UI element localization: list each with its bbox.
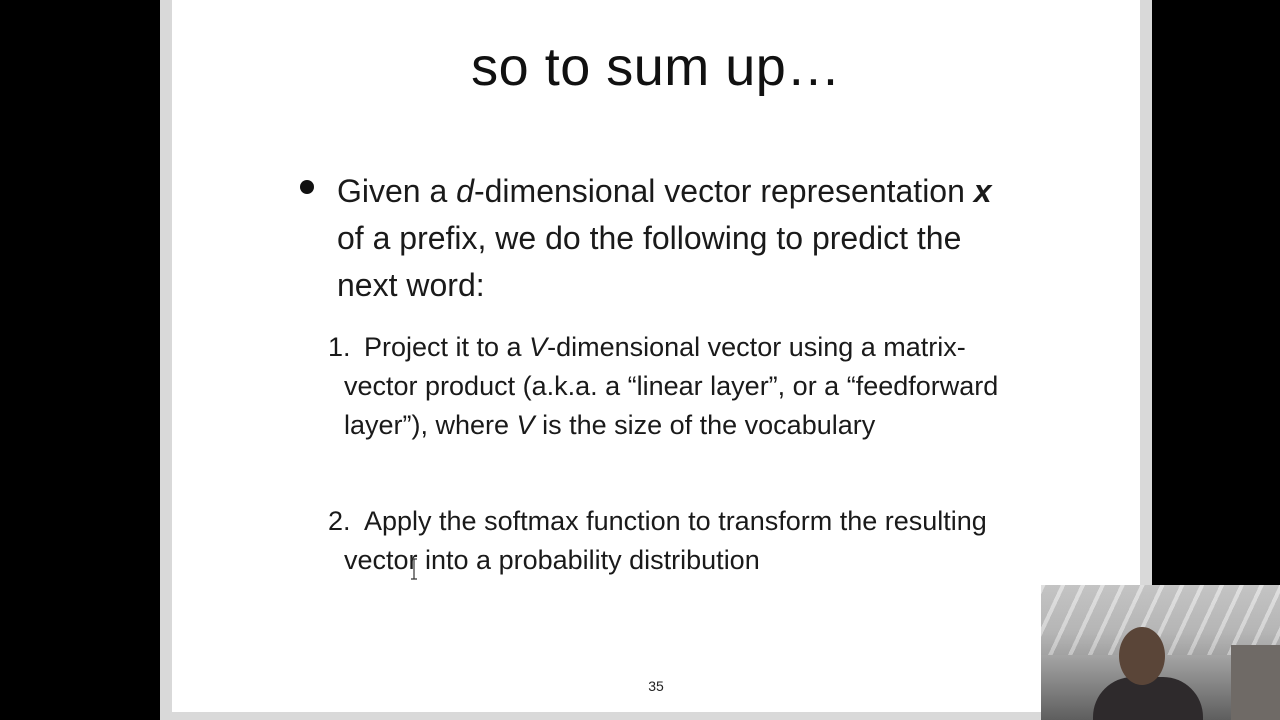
item-2-text: Apply the softmax function to transform … — [344, 506, 987, 575]
text-cursor-icon — [411, 558, 417, 580]
variable-d: d — [456, 173, 474, 209]
webcam-person-head — [1119, 627, 1165, 685]
bullet-text: Given a d-dimensional vector representat… — [337, 168, 1017, 309]
bullet-icon — [300, 180, 314, 194]
webcam-video — [1041, 585, 1280, 720]
bullet-text-mid1: -dimensional vector representation — [473, 173, 974, 209]
webcam-background — [1231, 645, 1280, 720]
item-1-text: Project it to a V-dimensional vector usi… — [344, 328, 1024, 445]
variable-v: V — [516, 410, 535, 440]
bullet-text-mid2: of a prefix, we do the following to pred… — [337, 220, 962, 303]
item-1-text-a: Project it to a — [364, 332, 530, 362]
screen: so to sum up… Given a d-dimensional vect… — [0, 0, 1280, 720]
presentation-slide: so to sum up… Given a d-dimensional vect… — [172, 0, 1140, 712]
slide-title: so to sum up… — [471, 37, 841, 97]
item-1-text-c: is the size of the vocabulary — [534, 410, 876, 440]
slide-page-number: 35 — [648, 678, 664, 694]
variable-v: V — [529, 332, 548, 362]
variable-x: x — [973, 173, 992, 209]
bullet-text-prefix: Given a — [337, 173, 457, 209]
